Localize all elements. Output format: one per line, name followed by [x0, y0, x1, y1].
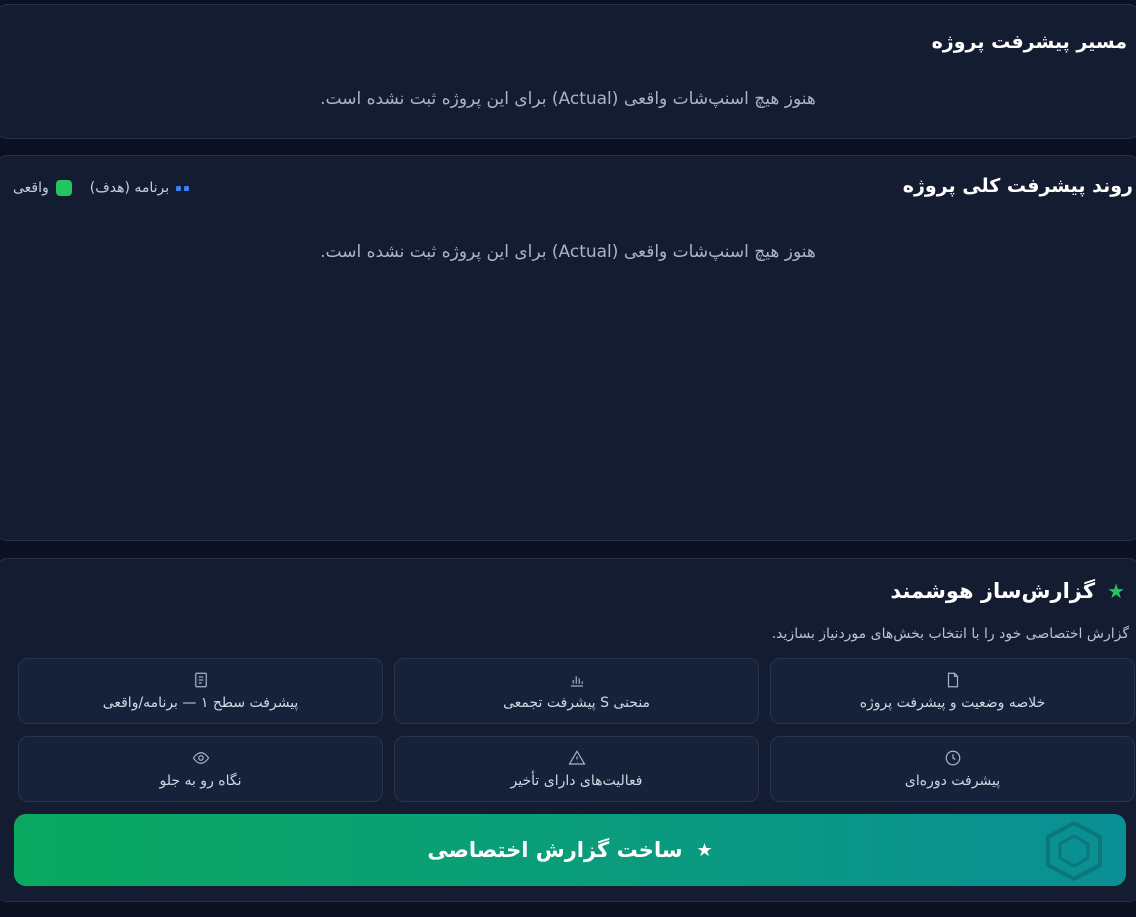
progress-trend-card: روند پیشرفت کلی پروژه برنامه (هدف) واقعی…: [0, 155, 1136, 541]
legend-item-planned[interactable]: برنامه (هدف): [89, 180, 190, 196]
option-label: نگاه رو به جلو: [159, 773, 242, 789]
generate-report-label: ساخت گزارش اختصاصی: [427, 838, 683, 862]
empty-state-message: هنوز هیچ اسنپ‌شات واقعی (Actual) برای ای…: [320, 242, 816, 262]
option-s-curve[interactable]: منحنی S پیشرفت تجمعی: [394, 658, 759, 724]
legend-label: برنامه (هدف): [89, 180, 170, 196]
empty-state-message: هنوز هیچ اسنپ‌شات واقعی (Actual) برای ای…: [320, 89, 816, 109]
legend-label: واقعی: [13, 180, 49, 196]
option-label: پیشرفت دوره‌ای: [904, 773, 1001, 789]
option-level1-progress[interactable]: پیشرفت سطح ۱ — برنامه/واقعی: [18, 658, 383, 724]
report-builder-card: ★ گزارش‌ساز هوشمند گزارش اختصاصی خود را …: [0, 558, 1136, 902]
star-icon: ★: [696, 839, 713, 861]
bar-chart-icon: [570, 676, 583, 687]
option-label: فعالیت‌های دارای تأخیر: [510, 773, 643, 789]
list-document-icon: [194, 672, 207, 688]
generate-report-button[interactable]: ★ ساخت گزارش اختصاصی: [14, 814, 1126, 886]
planned-dash-icon: [176, 185, 190, 191]
actual-swatch-icon: [55, 180, 72, 196]
report-builder-subtitle: گزارش اختصاصی خود را با انتخاب بخش‌های م…: [771, 626, 1129, 642]
warning-icon: [567, 750, 586, 765]
card-title: روند پیشرفت کلی پروژه: [902, 175, 1133, 197]
option-label: منحنی S پیشرفت تجمعی: [502, 695, 651, 711]
option-periodic-progress[interactable]: پیشرفت دوره‌ای: [770, 736, 1135, 802]
eye-icon: [192, 752, 209, 764]
report-builder-header: ★ گزارش‌ساز هوشمند: [890, 579, 1125, 603]
logo-watermark: [1042, 820, 1106, 882]
document-icon: [947, 672, 958, 688]
option-delayed-activities[interactable]: فعالیت‌های دارای تأخیر: [394, 736, 759, 802]
clock-icon: [945, 750, 960, 766]
card-title: مسیر پیشرفت پروژه: [931, 31, 1127, 53]
chart-legend: برنامه (هدف) واقعی: [13, 180, 190, 196]
legend-item-actual[interactable]: واقعی: [13, 180, 72, 196]
hexagon-logo-icon: [1046, 820, 1102, 882]
progress-path-card: مسیر پیشرفت پروژه هنوز هیچ اسنپ‌شات واقع…: [0, 4, 1136, 139]
option-status-summary[interactable]: خلاصه وضعیت و پیشرفت پروژه: [770, 658, 1135, 724]
report-builder-title: گزارش‌ساز هوشمند: [890, 579, 1096, 603]
option-look-ahead[interactable]: نگاه رو به جلو: [18, 736, 383, 802]
option-label: پیشرفت سطح ۱ — برنامه/واقعی: [102, 695, 299, 711]
star-icon: ★: [1107, 579, 1125, 603]
option-label: خلاصه وضعیت و پیشرفت پروژه: [859, 695, 1046, 711]
